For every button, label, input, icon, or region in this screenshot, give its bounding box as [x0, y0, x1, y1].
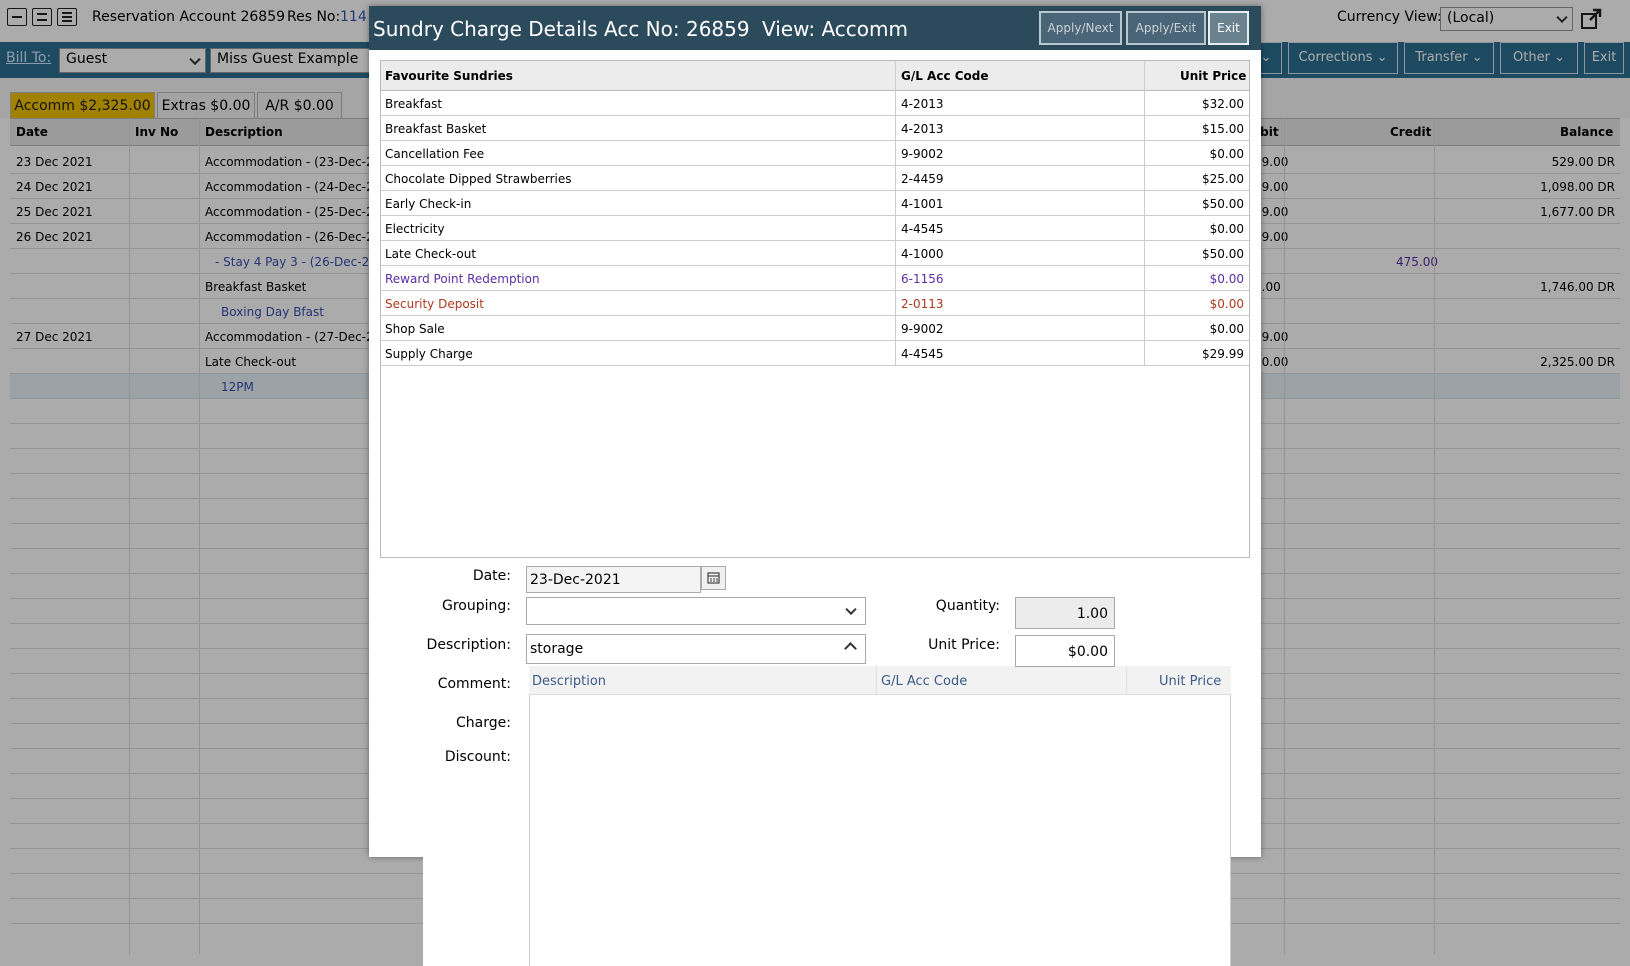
ac-col-description: Description [532, 674, 607, 689]
favourite-gl: 4-4545 [901, 347, 944, 361]
fav-col-gl: G/L Acc Code [901, 69, 989, 83]
favourite-row[interactable] [381, 141, 1249, 166]
unit-price-label: Unit Price: [928, 637, 1000, 653]
dialog-title: Sundry Charge Details [373, 17, 598, 41]
favourite-name: Cancellation Fee [385, 147, 485, 161]
favourite-name: Breakfast Basket [385, 122, 487, 136]
description-label: Description: [426, 637, 511, 653]
comment-label: Comment: [437, 676, 511, 692]
favourite-row[interactable] [381, 116, 1249, 141]
description-autocomplete-list[interactable] [529, 666, 1231, 966]
favourite-row[interactable] [381, 191, 1249, 216]
dialog-acc-no: Acc No: 26859 [604, 17, 750, 41]
dialog-view: View: Accomm [762, 17, 908, 41]
favourite-name: Chocolate Dipped Strawberries [385, 172, 572, 186]
fav-col-price: Unit Price [1180, 69, 1247, 83]
ac-col-price: Unit Price [1159, 674, 1222, 689]
favourite-price: $0.00 [1209, 147, 1244, 161]
favourite-price: $0.00 [1209, 222, 1244, 236]
description-input[interactable]: storage [526, 634, 866, 664]
favourite-name: Late Check-out [385, 247, 477, 261]
favourite-row[interactable] [381, 241, 1249, 266]
ac-divider [1126, 666, 1127, 694]
favourite-price: $0.00 [1209, 297, 1244, 311]
ac-col-gl: G/L Acc Code [881, 674, 968, 689]
dialog-exit-button[interactable]: Exit [1208, 11, 1249, 45]
favourite-gl: 2-4459 [901, 172, 944, 186]
grouping-select[interactable] [526, 597, 866, 625]
date-label: Date: [472, 568, 511, 584]
favourite-price: $25.00 [1202, 172, 1244, 186]
favourite-gl: 4-1000 [901, 247, 944, 261]
charge-label: Charge: [456, 715, 511, 731]
favourite-gl: 6-1156 [901, 272, 944, 286]
favourite-row[interactable] [381, 291, 1249, 316]
favourite-row[interactable] [381, 216, 1249, 241]
favourite-name: Breakfast [385, 97, 443, 111]
favourite-gl: 4-4545 [901, 222, 944, 236]
discount-label: Discount: [444, 749, 511, 765]
quantity-input[interactable]: 1.00 [1015, 597, 1115, 629]
favourite-name: Supply Charge [385, 347, 473, 361]
favourite-name: Reward Point Redemption [385, 272, 540, 286]
favourite-gl: 4-2013 [901, 97, 944, 111]
favourite-price: $15.00 [1202, 122, 1244, 136]
ac-divider [876, 666, 877, 694]
favourite-gl: 4-2013 [901, 122, 944, 136]
quantity-label: Quantity: [935, 598, 1000, 614]
description-value: storage [530, 641, 584, 657]
date-value: 23-Dec-2021 [530, 572, 621, 588]
favourite-gl: 9-9002 [901, 147, 944, 161]
favourite-gl: 4-1001 [901, 197, 944, 211]
chevron-up-icon[interactable] [844, 642, 857, 655]
favourite-name: Security Deposit [385, 297, 484, 311]
favourite-price: $50.00 [1202, 247, 1244, 261]
favourite-name: Shop Sale [385, 322, 445, 336]
favourite-row[interactable] [381, 341, 1249, 366]
fav-col-name: Favourite Sundries [385, 69, 513, 83]
apply-next-button[interactable]: Apply/Next [1039, 11, 1122, 45]
favourite-price: $0.00 [1209, 322, 1244, 336]
favourite-name: Early Check-in [385, 197, 472, 211]
calendar-icon[interactable] [701, 566, 726, 590]
favourite-name: Electricity [385, 222, 445, 236]
favourite-price: $32.00 [1202, 97, 1244, 111]
unit-price-input[interactable]: $0.00 [1015, 635, 1115, 667]
favourite-row[interactable] [381, 316, 1249, 341]
favourite-price: $29.99 [1202, 347, 1244, 361]
favourite-price: $50.00 [1202, 197, 1244, 211]
grouping-label: Grouping: [442, 598, 511, 614]
date-input[interactable]: 23-Dec-2021 [526, 566, 701, 593]
favourite-gl: 2-0113 [901, 297, 944, 311]
apply-exit-button[interactable]: Apply/Exit [1126, 11, 1206, 45]
favourite-row[interactable] [381, 91, 1249, 116]
favourite-gl: 9-9002 [901, 322, 944, 336]
favourite-price: $0.00 [1209, 272, 1244, 286]
